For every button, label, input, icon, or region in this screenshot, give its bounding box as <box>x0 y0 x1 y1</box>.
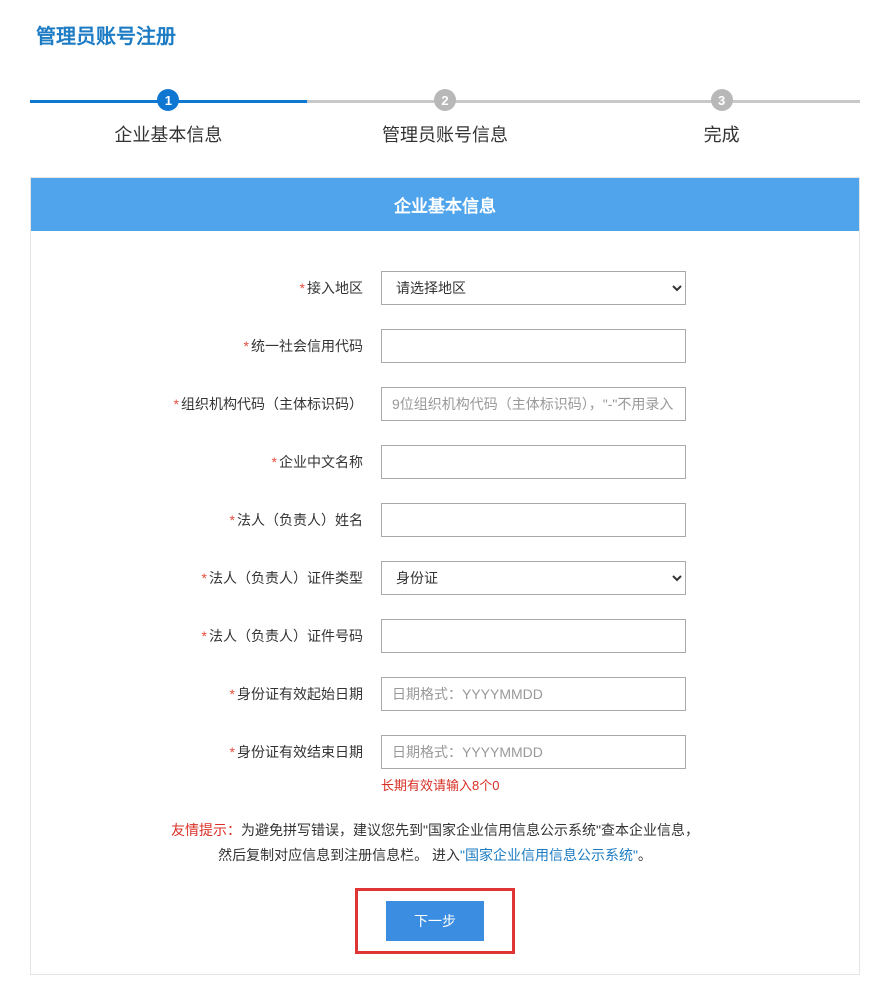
stepper: 1 企业基本信息 2 管理员账号信息 3 完成 <box>30 89 860 147</box>
orgcode-input[interactable] <box>381 387 686 421</box>
tip-period: 。 <box>638 847 652 863</box>
row-uscc: *统一社会信用代码 <box>91 329 779 363</box>
row-idnum: *法人（负责人）证件号码 <box>91 619 779 653</box>
row-idtype: *法人（负责人）证件类型 身份证 <box>91 561 779 595</box>
button-highlight-box: 下一步 <box>355 888 515 954</box>
step-2-label: 管理员账号信息 <box>382 121 508 147</box>
step-2-circle: 2 <box>434 89 456 111</box>
next-button[interactable]: 下一步 <box>386 901 484 941</box>
step-3: 3 完成 <box>583 89 860 147</box>
row-orgcode: *组织机构代码（主体标识码） <box>91 387 779 421</box>
cnname-input[interactable] <box>381 445 686 479</box>
row-enddate: *身份证有效结束日期 长期有效请输入8个0 <box>91 735 779 794</box>
step-1-circle: 1 <box>157 89 179 111</box>
step-3-label: 完成 <box>704 121 740 147</box>
form-body: *接入地区 请选择地区 *统一社会信用代码 *组织机构代码（主体标识码） *企业… <box>31 231 859 974</box>
tip-link[interactable]: "国家企业信用信息公示系统" <box>460 847 638 863</box>
label-enddate: *身份证有效结束日期 <box>91 735 381 769</box>
label-cnname: *企业中文名称 <box>91 445 381 479</box>
card-header: 企业基本信息 <box>31 178 859 231</box>
form-card: 企业基本信息 *接入地区 请选择地区 *统一社会信用代码 *组织机构代码（主体标… <box>30 177 860 975</box>
row-startdate: *身份证有效起始日期 <box>91 677 779 711</box>
label-idnum: *法人（负责人）证件号码 <box>91 619 381 653</box>
row-legalname: *法人（负责人）姓名 <box>91 503 779 537</box>
row-cnname: *企业中文名称 <box>91 445 779 479</box>
region-select[interactable]: 请选择地区 <box>381 271 686 305</box>
button-wrap: 下一步 <box>91 888 779 954</box>
legalname-input[interactable] <box>381 503 686 537</box>
label-startdate: *身份证有效起始日期 <box>91 677 381 711</box>
idtype-select[interactable]: 身份证 <box>381 561 686 595</box>
label-idtype: *法人（负责人）证件类型 <box>91 561 381 595</box>
step-2: 2 管理员账号信息 <box>307 89 584 147</box>
step-3-circle: 3 <box>711 89 733 111</box>
enddate-hint: 长期有效请输入8个0 <box>381 775 779 794</box>
step-1: 1 企业基本信息 <box>30 89 307 147</box>
tip-text-2a: 然后复制对应信息到注册信息栏。 进入 <box>218 847 460 863</box>
row-region: *接入地区 请选择地区 <box>91 271 779 305</box>
step-1-label: 企业基本信息 <box>114 121 222 147</box>
page-title: 管理员账号注册 <box>36 20 860 49</box>
uscc-input[interactable] <box>381 329 686 363</box>
label-orgcode: *组织机构代码（主体标识码） <box>91 387 381 421</box>
label-region: *接入地区 <box>91 271 381 305</box>
tip-block: 友情提示：为避免拼写错误，建议您先到"国家企业信用信息公示系统"查本企业信息， … <box>91 818 779 868</box>
idnum-input[interactable] <box>381 619 686 653</box>
label-legalname: *法人（负责人）姓名 <box>91 503 381 537</box>
startdate-input[interactable] <box>381 677 686 711</box>
enddate-input[interactable] <box>381 735 686 769</box>
label-uscc: *统一社会信用代码 <box>91 329 381 363</box>
